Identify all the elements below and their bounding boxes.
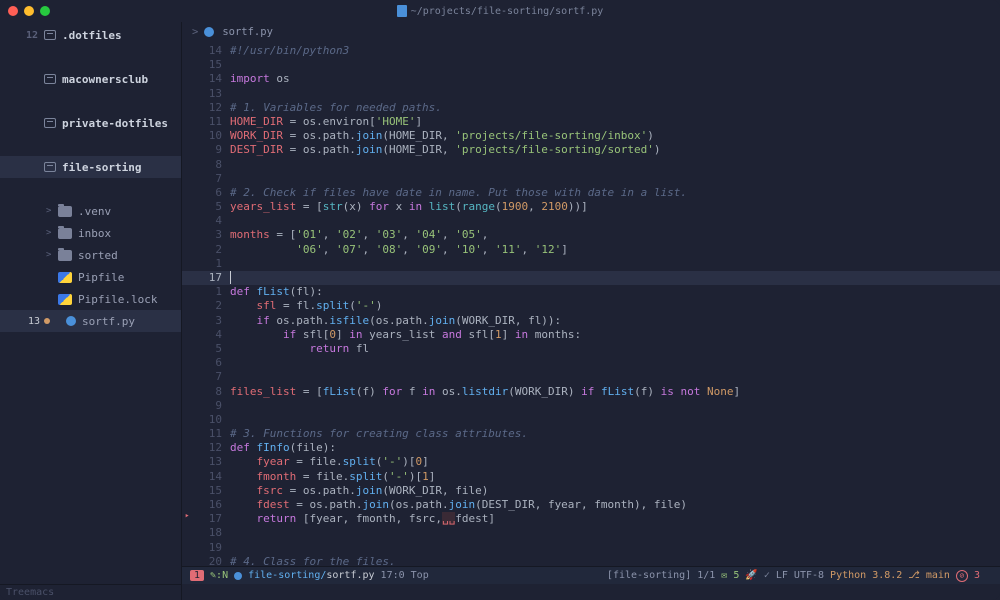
code-line[interactable]: 5years_list = [str(x) for x in list(rang… [182,200,1000,214]
title-path: ~/projects/file-sorting/sortf.py [0,5,1000,17]
vcs-branch: ⎇ main [908,570,950,581]
project-icon [44,74,56,84]
code-line[interactable]: 10WORK_DIR = os.path.join(HOME_DIR, 'pro… [182,129,1000,143]
sidebar-item-sortf.py[interactable]: 13 sortf.py [0,310,181,332]
code-line[interactable]: 8files_list = [fList(f) for f in os.list… [182,385,1000,399]
cursor-position: 17:0 Top [381,570,429,581]
emacs-window: ~/projects/file-sorting/sortf.py 12.dotf… [0,0,1000,600]
code-line[interactable]: 6 [182,356,1000,370]
pipfile-icon [58,272,72,283]
code-line[interactable]: 1 [182,257,1000,271]
code-line[interactable]: 10 [182,413,1000,427]
code-line[interactable]: 2 '06', '07', '08', '09', '10', '11', '1… [182,243,1000,257]
code-line[interactable]: 17 [182,271,1000,285]
sidebar-mode: Treemacs [0,584,181,600]
sidebar-item-sorted[interactable]: >sorted [0,244,181,266]
evil-state: ✎:N [210,570,228,581]
major-mode: Python 3.8.2 [830,570,902,581]
mail-icon: ✉ 5 [721,570,739,581]
project-indicator: [file-sorting] 1/1 [607,570,715,581]
code-line[interactable]: 15 [182,58,1000,72]
project-icon [44,30,56,40]
sidebar-item-Pipfile[interactable]: Pipfile [0,266,181,288]
code-line[interactable]: 2 sfl = fl.split('-') [182,299,1000,313]
code-line[interactable]: ‣17 return [fyear, fmonth, fsrc,␣␣fdest] [182,512,1000,526]
breadcrumb: > sortf.py [182,22,1000,42]
code-line[interactable]: 15 fsrc = os.path.join(WORK_DIR, file) [182,484,1000,498]
modeline-badge: 1 [190,570,204,581]
main-area: 12.dotfiles macownersclub private-dotfiles… [0,22,1000,600]
code-line[interactable]: 14#!/usr/bin/python3 [182,44,1000,58]
code-line[interactable]: 7 [182,370,1000,384]
sidebar-item-inbox[interactable]: >inbox [0,222,181,244]
code-line[interactable]: 7 [182,172,1000,186]
sidebar: 12.dotfiles macownersclub private-dotfiles… [0,22,182,600]
sidebar-project-private-dotfiles[interactable]: private-dotfiles [0,112,181,134]
echo-area [182,584,1000,600]
chevron-right-icon: > [192,26,198,38]
python-icon [204,27,214,37]
code-line[interactable]: 3months = ['01', '02', '03', '04', '05', [182,228,1000,242]
titlebar: ~/projects/file-sorting/sortf.py [0,0,1000,22]
folder-icon [58,206,72,217]
modeline: 1 ✎:N file-sorting/sortf.py 17:0 Top [fi… [182,566,1000,584]
code-line[interactable]: 18 [182,526,1000,540]
code-line[interactable]: 5 return fl [182,342,1000,356]
code-line[interactable]: 12def fInfo(file): [182,441,1000,455]
sidebar-project-.dotfiles[interactable]: 12.dotfiles [0,24,181,46]
code-line[interactable]: 14import os [182,72,1000,86]
python-icon [234,572,242,580]
code-line[interactable]: 19 [182,541,1000,555]
code-line[interactable]: 3 if os.path.isfile(os.path.join(WORK_DI… [182,314,1000,328]
code-line[interactable]: 13 [182,87,1000,101]
editor: > sortf.py 14#!/usr/bin/python31514impor… [182,22,1000,600]
project-icon [44,162,56,172]
file-icon [397,5,407,17]
code-line[interactable]: 4 if sfl[0] in years_list and sfl[1] in … [182,328,1000,342]
checker-errors: ⊘ 3 [956,570,980,582]
folder-icon [58,250,72,261]
folder-icon [58,228,72,239]
code-line[interactable]: 8 [182,158,1000,172]
code-line[interactable]: 20# 4. Class for the files. [182,555,1000,566]
code-line[interactable]: 11# 3. Functions for creating class attr… [182,427,1000,441]
code-line[interactable]: 9 [182,399,1000,413]
sidebar-item-.venv[interactable]: >.venv [0,200,181,222]
sidebar-project-file-sorting[interactable]: file-sorting [0,156,181,178]
lsp-status: ✓ [764,570,770,581]
code-line[interactable]: 9DEST_DIR = os.path.join(HOME_DIR, 'proj… [182,143,1000,157]
code-line[interactable]: 12# 1. Variables for needed paths. [182,101,1000,115]
encoding: LF UTF-8 [776,570,824,581]
title-path-text: ~/projects/file-sorting/sortf.py [411,6,604,17]
code-area[interactable]: 14#!/usr/bin/python31514import os1312# 1… [182,42,1000,566]
breadcrumb-file: sortf.py [222,26,273,38]
modeline-path: file-sorting/sortf.py [248,570,374,581]
pipfile-icon [58,294,72,305]
code-line[interactable]: 1def fList(fl): [182,285,1000,299]
file-tree[interactable]: 12.dotfiles macownersclub private-dotfiles… [0,22,181,584]
sidebar-item-Pipfile.lock[interactable]: Pipfile.lock [0,288,181,310]
modified-icon [44,318,50,324]
code-line[interactable]: 6# 2. Check if files have date in name. … [182,186,1000,200]
code-line[interactable]: 4 [182,214,1000,228]
code-line[interactable]: 16 fdest = os.path.join(os.path.join(DES… [182,498,1000,512]
sidebar-project-macownersclub[interactable]: macownersclub [0,68,181,90]
project-icon [44,118,56,128]
code-line[interactable]: 13 fyear = file.split('-')[0] [182,455,1000,469]
code-line[interactable]: 14 fmonth = file.split('-')[1] [182,470,1000,484]
code-line[interactable]: 11HOME_DIR = os.environ['HOME'] [182,115,1000,129]
lsp-icon: 🚀 [745,570,757,581]
python-icon [66,316,76,326]
